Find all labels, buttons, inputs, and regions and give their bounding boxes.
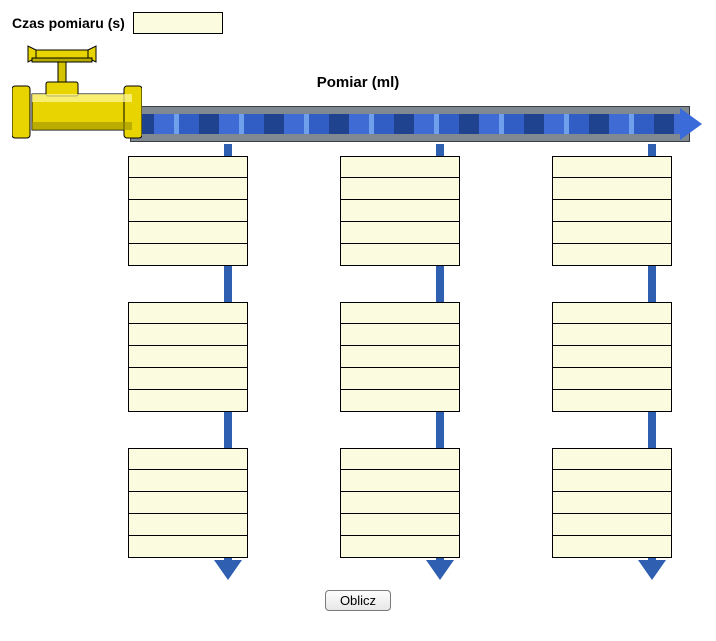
measure-cell[interactable] — [340, 178, 460, 200]
measure-cell[interactable] — [552, 368, 672, 390]
measure-cell[interactable] — [128, 200, 248, 222]
faucet-icon — [12, 44, 142, 156]
measure-cell[interactable] — [552, 448, 672, 470]
measure-group — [128, 448, 248, 558]
measure-group — [552, 448, 672, 558]
measure-cell[interactable] — [340, 324, 460, 346]
measure-cell[interactable] — [340, 200, 460, 222]
measure-column-3 — [552, 156, 672, 558]
pipe-water — [134, 114, 682, 134]
measure-cell[interactable] — [340, 244, 460, 266]
measure-cell[interactable] — [340, 346, 460, 368]
measure-cell[interactable] — [552, 346, 672, 368]
time-row: Czas pomiaru (s) — [12, 12, 704, 34]
measure-cell[interactable] — [128, 390, 248, 412]
measure-group — [552, 156, 672, 266]
measure-cell[interactable] — [552, 302, 672, 324]
measure-cell[interactable] — [552, 470, 672, 492]
measure-cell[interactable] — [340, 492, 460, 514]
measure-cell[interactable] — [128, 448, 248, 470]
measure-cell[interactable] — [128, 368, 248, 390]
measure-cell[interactable] — [340, 536, 460, 558]
measure-cell[interactable] — [552, 324, 672, 346]
measure-cell[interactable] — [128, 492, 248, 514]
measure-column-2 — [340, 156, 460, 558]
measure-group — [340, 302, 460, 412]
measure-cell[interactable] — [128, 470, 248, 492]
measure-cell[interactable] — [340, 448, 460, 470]
measure-cell[interactable] — [552, 178, 672, 200]
measure-cell[interactable] — [552, 390, 672, 412]
measure-cell[interactable] — [340, 368, 460, 390]
measure-group — [340, 156, 460, 266]
measure-cell[interactable] — [128, 302, 248, 324]
pipe-arrow-icon — [680, 108, 702, 140]
measure-cell[interactable] — [128, 178, 248, 200]
measure-column-1 — [128, 156, 248, 558]
measure-cell[interactable] — [552, 536, 672, 558]
measure-group — [128, 156, 248, 266]
measure-cell[interactable] — [340, 156, 460, 178]
measure-cell[interactable] — [552, 492, 672, 514]
time-input[interactable] — [133, 12, 223, 34]
measure-cell[interactable] — [128, 346, 248, 368]
measure-cell[interactable] — [552, 514, 672, 536]
measure-group — [340, 448, 460, 558]
measure-cell[interactable] — [128, 324, 248, 346]
calculate-button[interactable]: Oblicz — [325, 590, 391, 611]
measure-group — [128, 302, 248, 412]
measure-cell[interactable] — [552, 244, 672, 266]
measure-cell[interactable] — [340, 222, 460, 244]
measure-cell[interactable] — [340, 302, 460, 324]
time-label: Czas pomiaru (s) — [12, 15, 125, 31]
measure-cell[interactable] — [340, 390, 460, 412]
diagram: Pomiar (ml) — [12, 44, 704, 584]
measure-cell[interactable] — [340, 470, 460, 492]
measure-cell[interactable] — [552, 156, 672, 178]
measure-cell[interactable] — [128, 514, 248, 536]
measure-cell[interactable] — [128, 536, 248, 558]
measure-group — [552, 302, 672, 412]
measure-cell[interactable] — [552, 222, 672, 244]
calc-row: Oblicz — [12, 590, 704, 611]
measure-cell[interactable] — [128, 156, 248, 178]
measure-cell[interactable] — [128, 244, 248, 266]
measure-cell[interactable] — [552, 200, 672, 222]
measure-cell[interactable] — [128, 222, 248, 244]
measure-cell[interactable] — [340, 514, 460, 536]
